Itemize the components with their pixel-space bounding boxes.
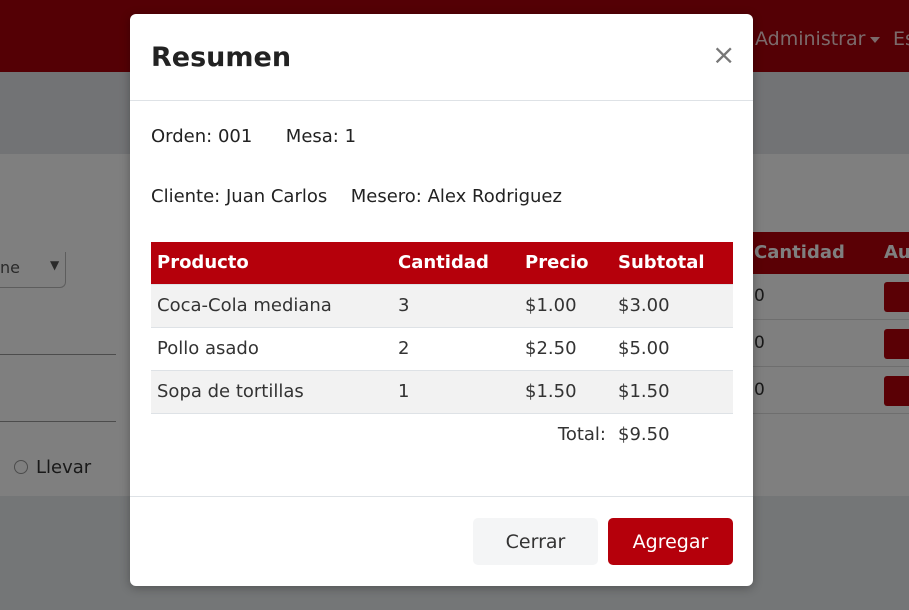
total-row: Total: $9.50 bbox=[151, 412, 733, 456]
header-precio: Precio bbox=[519, 242, 612, 284]
cliente-label: Cliente: bbox=[151, 186, 221, 207]
cell-precio: $1.00 bbox=[519, 283, 612, 327]
summary-table: Producto Cantidad Precio Subtotal Coca-C… bbox=[151, 242, 733, 456]
orden-label: Orden: bbox=[151, 126, 213, 147]
close-icon[interactable]: × bbox=[712, 38, 735, 71]
modal-footer: Cerrar Agregar bbox=[130, 496, 753, 586]
mesa-value: 1 bbox=[344, 126, 357, 147]
mesa-label: Mesa: bbox=[285, 126, 339, 147]
table-header-row: Producto Cantidad Precio Subtotal bbox=[151, 242, 733, 284]
cliente-value: Juan Carlos bbox=[225, 186, 328, 207]
modal-title: Resumen bbox=[151, 42, 292, 73]
header-producto: Producto bbox=[151, 242, 392, 284]
table-row: Coca-Cola mediana 3 $1.00 $3.00 bbox=[151, 283, 733, 327]
cell-producto: Pollo asado bbox=[151, 326, 392, 370]
cell-subtotal: $3.00 bbox=[612, 283, 733, 327]
total-value: $9.50 bbox=[612, 412, 733, 456]
modal-header: Resumen × bbox=[130, 14, 753, 101]
cell-subtotal: $1.50 bbox=[612, 369, 733, 413]
cell-precio: $1.50 bbox=[519, 369, 612, 413]
total-label: Total: bbox=[519, 412, 612, 456]
cell-subtotal: $5.00 bbox=[612, 326, 733, 370]
table-row: Sopa de tortillas 1 $1.50 $1.50 bbox=[151, 369, 733, 413]
cell-producto: Sopa de tortillas bbox=[151, 369, 392, 413]
cell-precio: $2.50 bbox=[519, 326, 612, 370]
cell-cantidad: 1 bbox=[392, 369, 519, 413]
mesero-label: Mesero: bbox=[350, 186, 422, 207]
cerrar-button[interactable]: Cerrar bbox=[473, 518, 598, 565]
orden-value: 001 bbox=[217, 126, 253, 147]
header-subtotal: Subtotal bbox=[612, 242, 733, 284]
header-cantidad: Cantidad bbox=[392, 242, 519, 284]
agregar-button[interactable]: Agregar bbox=[608, 518, 733, 565]
order-info: Orden: 001 Mesa: 1 bbox=[151, 126, 356, 147]
mesero-value: Alex Rodriguez bbox=[427, 186, 562, 207]
cell-cantidad: 2 bbox=[392, 326, 519, 370]
cell-cantidad: 3 bbox=[392, 283, 519, 327]
table-row: Pollo asado 2 $2.50 $5.00 bbox=[151, 326, 733, 370]
cell-producto: Coca-Cola mediana bbox=[151, 283, 392, 327]
summary-modal: Resumen × Orden: 001 Mesa: 1 Cliente: Ju… bbox=[130, 14, 753, 586]
customer-info: Cliente: Juan Carlos Mesero: Alex Rodrig… bbox=[151, 186, 562, 207]
